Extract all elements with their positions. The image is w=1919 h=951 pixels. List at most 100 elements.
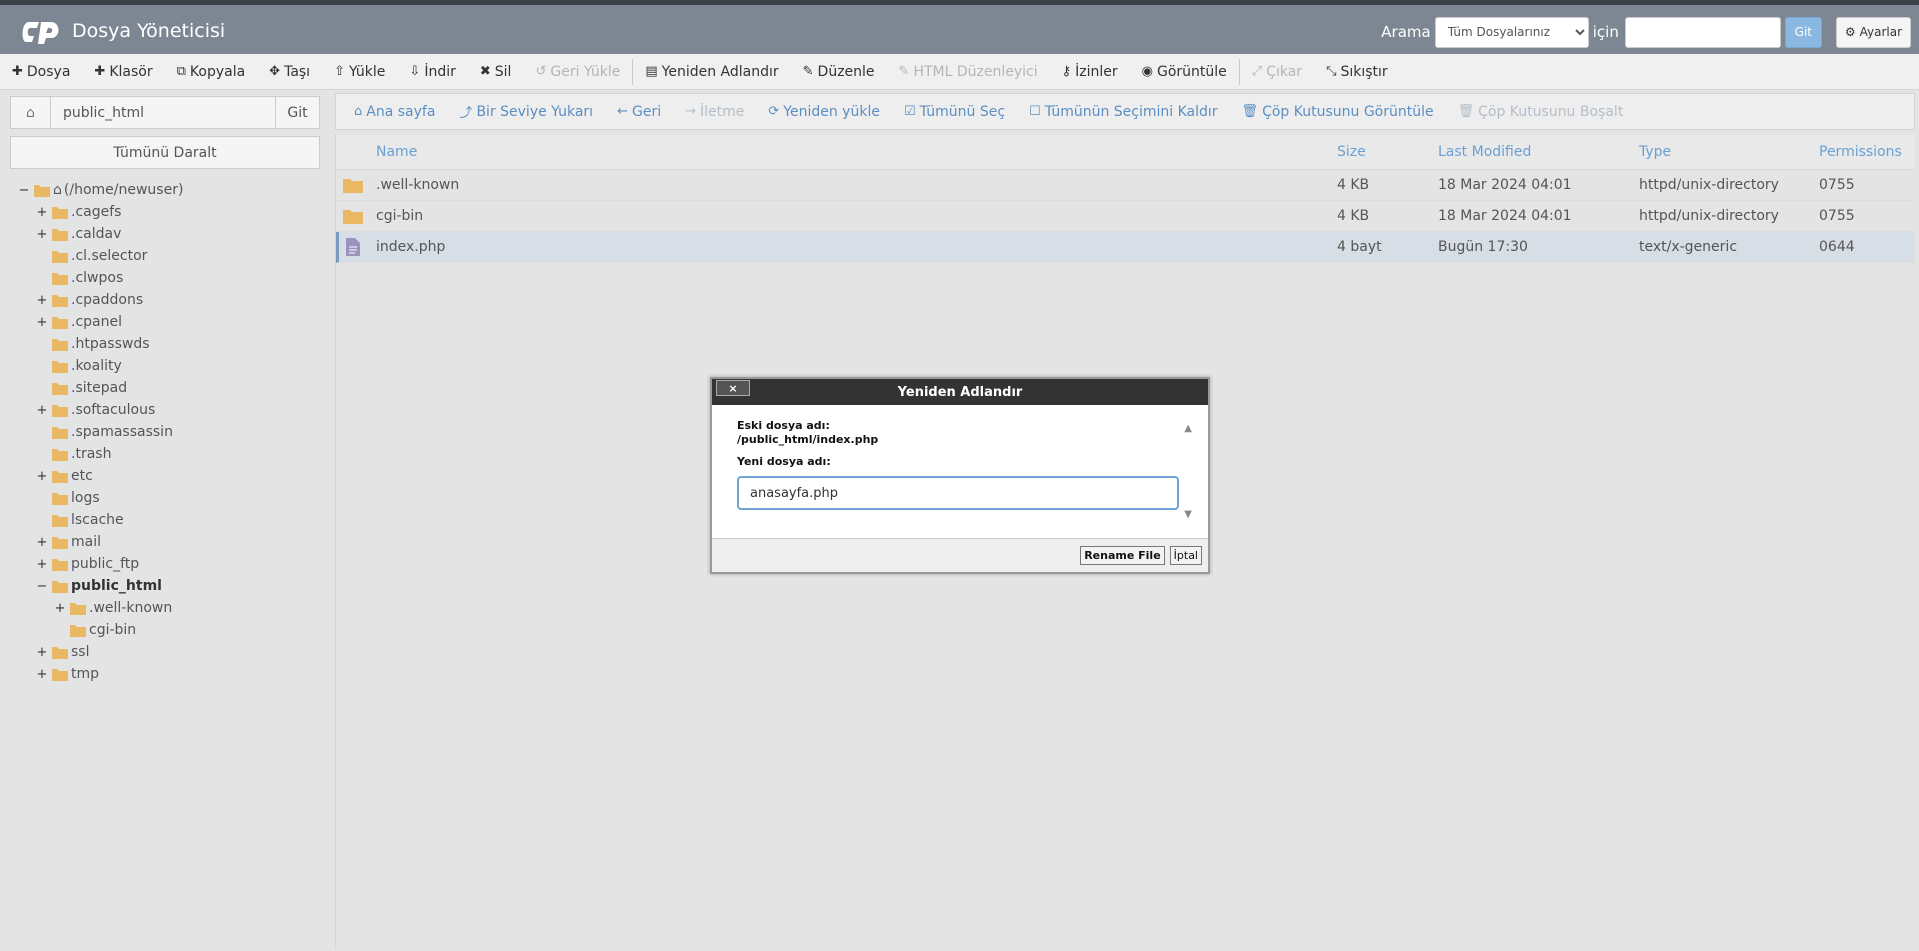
upload-button[interactable]: ⇧ Yükle [322,54,397,90]
extract-button[interactable]: ⤢ Çıkar [1240,54,1314,90]
view-trash-link[interactable]: 🗑 Çöp Kutusunu Görüntüle [1230,104,1446,120]
folder-icon [52,448,68,461]
pencil-icon: ✎ [802,64,814,79]
scroll-up-icon[interactable]: ▲ [1184,423,1192,434]
tree-item[interactable]: + .cpanel [10,311,320,333]
home-icon[interactable]: ⌂ [11,97,51,128]
tree-item[interactable]: + mail [10,531,320,553]
html-editor-button[interactable]: ✎ HTML Düzenleyici [887,54,1050,90]
move-button[interactable]: ✥ Taşı [257,54,322,90]
search-go-button[interactable]: Git [1784,16,1822,48]
toolbar-label: Yeniden Adlandır [661,63,779,80]
tree-item[interactable]: + .softaculous [10,399,320,421]
permissions-button[interactable]: ⚷ İzinler [1050,54,1130,90]
refresh-icon: ⟳ [768,104,780,119]
view-button[interactable]: ◉ Görüntüle [1130,54,1239,90]
copy-button[interactable]: ⧉ Kopyala [165,54,258,90]
tree-item[interactable]: + .caldav [10,223,320,245]
tree-item[interactable]: + .cpaddons [10,289,320,311]
tree-item[interactable]: − public_html [10,575,320,597]
restore-button[interactable]: ↺ Geri Yükle [523,54,632,90]
tree-item[interactable]: cgi-bin [10,619,320,641]
edit-button[interactable]: ✎ Düzenle [791,54,887,90]
tree-item[interactable]: .clwpos [10,267,320,289]
expand-icon[interactable]: + [36,205,48,220]
settings-button[interactable]: ⚙ Ayarlar [1835,16,1911,48]
delete-button[interactable]: ✖ Sil [468,54,524,90]
download-button[interactable]: ⇩ İndir [397,54,467,90]
tree-item[interactable]: .htpasswds [10,333,320,355]
toolbar-label: Kopyala [189,63,246,80]
tree-item[interactable]: + .cagefs [10,201,320,223]
close-icon[interactable]: × [716,380,750,396]
expand-icon[interactable]: + [36,645,48,660]
file-name: index.php [376,239,446,255]
tree-item[interactable]: .cl.selector [10,245,320,267]
new-name-input[interactable] [737,476,1179,510]
tree-item[interactable]: .spamassassin [10,421,320,443]
expand-icon[interactable]: + [36,535,48,550]
collapse-icon[interactable]: − [36,579,48,594]
level-up-link[interactable]: ⤴ Bir Seviye Yukarı [447,102,605,122]
expand-icon[interactable]: + [36,667,48,682]
search-scope-select[interactable]: Tüm Dosyalarınız [1434,16,1589,48]
home-link[interactable]: ⌂ Ana sayfa [342,104,447,120]
column-header-size[interactable]: Size [1337,144,1438,160]
tree-item-label: tmp [71,666,100,682]
tree-item-label: mail [71,534,101,550]
brand[interactable]: Dosya Yöneticisi [20,16,225,46]
table-row[interactable]: index.php 4 bayt Bugün 17:30 text/x-gene… [336,232,1915,263]
back-link[interactable]: ← Geri [605,104,673,120]
tree-item-label: .cagefs [71,204,122,220]
tree-item[interactable]: logs [10,487,320,509]
select-all-link[interactable]: ☑ Tümünü Seç [892,104,1017,120]
search-input[interactable] [1624,16,1781,48]
expand-icon[interactable]: + [36,557,48,572]
compress-button[interactable]: ⤡ Sıkıştır [1314,54,1400,90]
expand-icon[interactable]: + [36,293,48,308]
table-row[interactable]: .well-known 4 KB 18 Mar 2024 04:01 httpd… [336,170,1915,201]
nav-label: Tümünün Seçimini Kaldır [1044,103,1218,120]
rename-button[interactable]: ▤ Yeniden Adlandır [633,54,790,90]
expand-icon[interactable]: + [36,403,48,418]
tree-item[interactable]: .sitepad [10,377,320,399]
tree-item[interactable]: + ssl [10,641,320,663]
empty-trash-link[interactable]: 🗑 Çöp Kutusunu Boşalt [1446,104,1636,120]
column-header-permissions[interactable]: Permissions [1819,144,1909,160]
tree-item[interactable]: + .well-known [10,597,320,619]
collapse-all-button[interactable]: Tümünü Daralt [10,136,320,169]
column-header-name[interactable]: Name [376,144,1337,160]
nav-label: Bir Seviye Yukarı [476,103,594,120]
tree-item[interactable]: + tmp [10,663,320,685]
tree-item[interactable]: + etc [10,465,320,487]
expand-icon[interactable]: + [36,469,48,484]
tree-item[interactable]: lscache [10,509,320,531]
toolbar-label: Düzenle [817,63,875,80]
forward-link[interactable]: → İletme [673,104,756,120]
folder-icon [52,492,68,505]
path-input[interactable] [51,97,275,128]
column-header-type[interactable]: Type [1639,144,1819,160]
table-row[interactable]: cgi-bin 4 KB 18 Mar 2024 04:01 httpd/uni… [336,201,1915,232]
cancel-button[interactable]: İptal [1169,546,1202,565]
rename-file-button[interactable]: Rename File [1080,546,1165,565]
new-folder-button[interactable]: ✚ Klasör [82,54,164,90]
search-for-label: için [1592,23,1619,41]
expand-icon[interactable]: + [36,315,48,330]
deselect-all-link[interactable]: ☐ Tümünün Seçimini Kaldır [1017,104,1230,120]
path-go-button[interactable]: Git [275,97,319,128]
scroll-down-icon[interactable]: ▼ [1184,509,1192,520]
file-modified: 18 Mar 2024 04:01 [1438,177,1572,193]
expand-icon[interactable]: + [54,601,66,616]
new-file-button[interactable]: ✚ Dosya [0,54,82,90]
collapse-icon[interactable]: − [18,183,30,198]
tree-item[interactable]: − ⌂ (/home/newuser) [10,179,320,201]
tree-item[interactable]: + public_ftp [10,553,320,575]
column-header-modified[interactable]: Last Modified [1438,144,1639,160]
key-icon: ⚷ [1061,64,1072,79]
tree-item[interactable]: .koality [10,355,320,377]
main-toolbar: ✚ Dosya ✚ Klasör ⧉ Kopyala ✥ Taşı ⇧ Yükle ⇩ İn… [0,54,1919,90]
tree-item[interactable]: .trash [10,443,320,465]
expand-icon[interactable]: + [36,227,48,242]
reload-link[interactable]: ⟳ Yeniden yükle [756,104,892,120]
